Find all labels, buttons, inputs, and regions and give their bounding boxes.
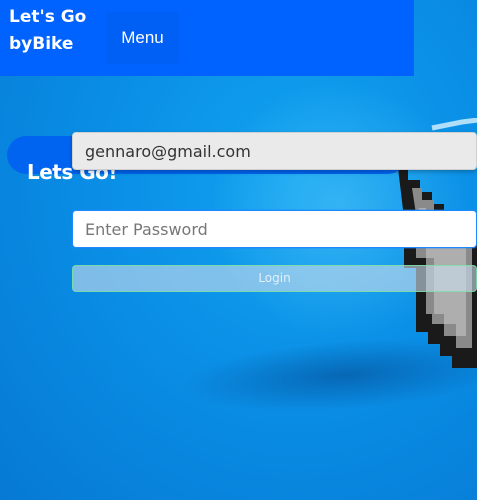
navbar: Let's Go byBike Menu <box>0 0 414 76</box>
password-field[interactable] <box>72 210 477 248</box>
menu-button[interactable]: Menu <box>106 12 179 64</box>
email-field[interactable] <box>72 132 477 170</box>
login-button[interactable]: Login <box>72 265 477 292</box>
brand-logo[interactable]: Let's Go byBike <box>9 4 99 58</box>
